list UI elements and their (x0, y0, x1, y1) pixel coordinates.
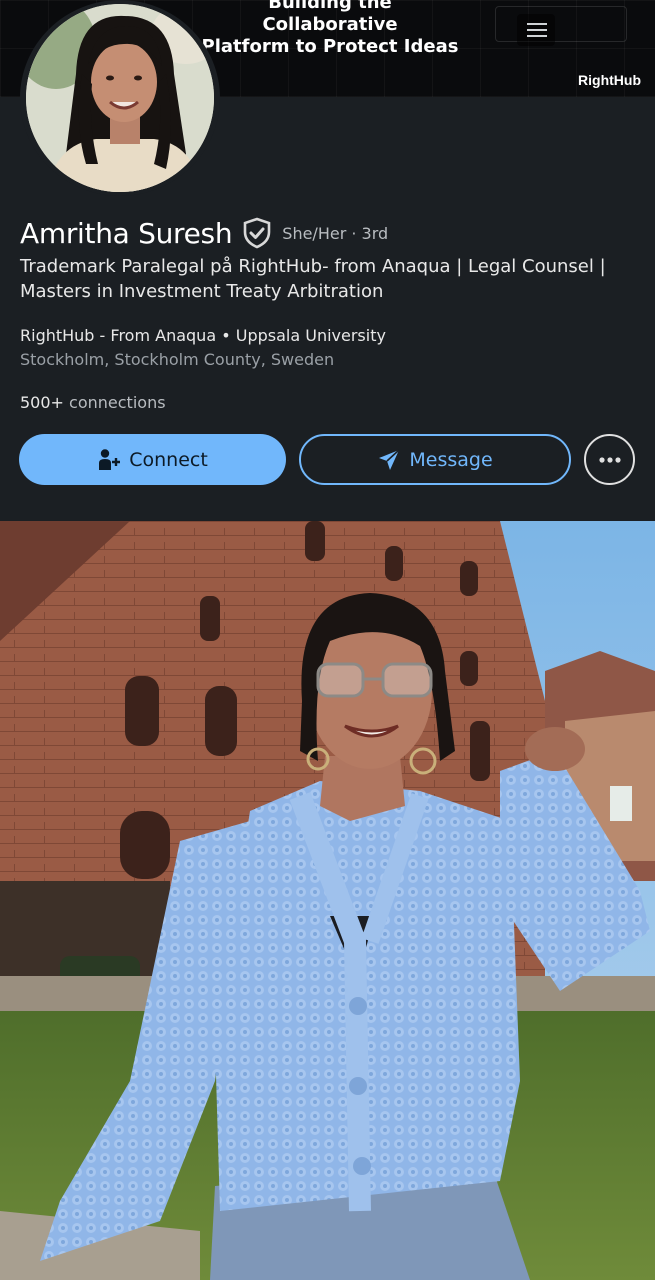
send-icon (379, 448, 400, 470)
connections-count[interactable]: 500+ connections (20, 393, 166, 412)
banner-title-line2: Platform to Protect Ideas (201, 36, 459, 57)
shield-check-icon[interactable] (242, 217, 272, 249)
banner-logo: RightHub (578, 72, 641, 88)
profile-location: Stockholm, Stockholm County, Sweden (20, 350, 335, 369)
connect-button[interactable]: Connect (19, 434, 286, 485)
banner-title: Building the Collaborative Platform to P… (200, 0, 460, 58)
more-options-button[interactable] (584, 434, 635, 485)
add-person-icon (99, 448, 121, 470)
post-photo[interactable] (0, 521, 655, 1280)
avatar[interactable] (20, 0, 220, 196)
connect-button-label: Connect (129, 448, 208, 471)
banner-title-line1: Building the Collaborative (262, 0, 398, 35)
more-horizontal-icon (598, 456, 621, 463)
profile-headline: Trademark Paralegal på RightHub- from An… (20, 256, 606, 302)
name-row: Amritha Suresh She/Her · 3rd (20, 213, 388, 253)
profile-name: Amritha Suresh (20, 216, 233, 250)
banner-decoration (495, 6, 627, 42)
menu-icon[interactable] (517, 14, 555, 46)
connections-label: connections (69, 393, 166, 412)
avatar-photo (26, 4, 214, 192)
photo-illustration (0, 521, 655, 1280)
message-button-label: Message (409, 448, 493, 471)
pronouns-degree: She/Her · 3rd (282, 223, 389, 243)
company-school[interactable]: RightHub - From Anaqua • Uppsala Univers… (20, 326, 386, 345)
connections-number: 500+ (20, 393, 64, 412)
message-button[interactable]: Message (299, 434, 571, 485)
